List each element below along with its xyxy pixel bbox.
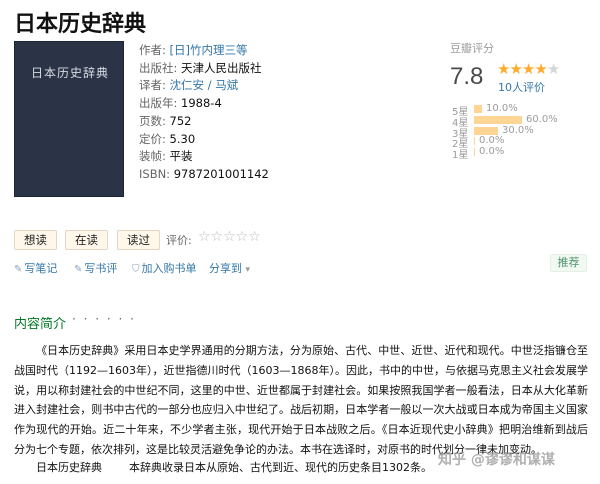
intro-text: 《日本历史辞典》采用日本史学界通用的分期方法，分为原始、古代、中世、近世、近代和… <box>14 341 588 460</box>
write-note-link[interactable]: ✎ 写笔记 <box>14 260 57 276</box>
info-key: 作者: <box>139 43 170 57</box>
distribution-percent: 30.0% <box>502 124 534 136</box>
distribution-row: 1星 0.0% <box>452 146 592 161</box>
rating-panel: 豆瓣评分 7.8 ★★★★★ 10人评价 <box>450 40 590 94</box>
share-label: 分享到 <box>209 262 242 275</box>
cover-title-text: 日本历史辞典 <box>30 66 109 80</box>
info-value: 752 <box>169 113 192 128</box>
info-value-link[interactable]: 沈仁安 / 马斌 <box>170 78 239 92</box>
intro-section-title: 内容简介 <box>14 317 67 332</box>
distribution-bar <box>474 105 482 113</box>
info-key: ISBN: <box>139 166 174 181</box>
distribution-row: 4星 60.0% <box>452 113 592 129</box>
star-icon: ★ <box>534 60 547 78</box>
book-info: 作者: [日]竹内理三等 出版社: 天津人民出版社 译者: 沈仁安 / 马斌 出版年:… <box>139 42 269 184</box>
info-key: 出版社: <box>139 60 182 75</box>
info-row: 作者: [日]竹内理三等 <box>139 42 269 60</box>
intro-last-line: 日本历史辞典 本辞典收录日本从原始、古代到近、现代的历史条目1302条。 <box>36 459 432 475</box>
info-key: 页数: <box>139 113 170 128</box>
distribution-percent: 60.0% <box>526 113 558 125</box>
recommend-button[interactable]: 推荐 <box>550 254 587 272</box>
distribution-bar <box>474 115 522 124</box>
info-row: 译者: 沈仁安 / 马斌 <box>139 77 269 95</box>
distribution-bar <box>474 148 475 157</box>
rating-stars: ★★★★★ <box>497 60 560 78</box>
info-row: 装帧: 平装 <box>139 148 269 166</box>
distribution-percent: 0.0% <box>479 135 505 147</box>
rating-distribution: 5星 10.0% 4星 60.0% 3星 30.0% 2星 0.0% 1星 0.0% <box>452 103 592 161</box>
star-icon: ★ <box>509 60 522 78</box>
info-value: 9787201001142 <box>173 166 269 181</box>
distribution-percent: 0.0% <box>479 146 505 158</box>
pencil-icon: ✎ <box>74 264 83 275</box>
distribution-row: 2星 0.0% <box>452 135 592 150</box>
distribution-percent: 10.0% <box>486 103 518 114</box>
write-review-label: 写书评 <box>84 262 118 275</box>
chevron-down-icon: ▾ <box>245 265 251 275</box>
info-value-link[interactable]: [日]竹内理三等 <box>170 43 248 57</box>
pencil-icon: ✎ <box>14 264 23 275</box>
star-icon: ★ <box>546 60 560 78</box>
distribution-label: 1星 <box>452 150 469 162</box>
distribution-bar <box>474 126 498 135</box>
info-row: ISBN: 9787201001142 <box>139 166 269 184</box>
rate-label: 评价: <box>166 234 192 247</box>
share-link[interactable]: 分享到 ▾ <box>209 260 250 276</box>
distribution-bar <box>474 137 475 146</box>
info-value: 1988-4 <box>181 96 222 111</box>
intro-last-line-text: 本辞典收录日本从原始、古代到近、现代的历史条目1302条。 <box>129 461 432 474</box>
info-key: 定价: <box>139 131 170 146</box>
write-review-link[interactable]: ✎ 写书评 <box>74 260 117 276</box>
want-to-read-button[interactable]: 想读 <box>14 230 57 250</box>
info-value: 天津人民出版社 <box>181 60 262 75</box>
add-to-booklist-label: 加入购书单 <box>141 262 197 275</box>
rating-label: 豆瓣评分 <box>450 42 494 55</box>
intro-section-dots: · · · · · · <box>72 312 136 326</box>
distribution-row: 3星 30.0% <box>452 124 592 140</box>
cart-icon: ⛉ <box>132 264 140 275</box>
have-read-button[interactable]: 读过 <box>117 230 160 250</box>
watermark: 知乎 @谬谬和谋谋 <box>438 452 555 468</box>
info-row: 出版社: 天津人民出版社 <box>139 60 269 78</box>
write-note-label: 写笔记 <box>24 262 58 275</box>
star-icon: ★ <box>521 60 535 78</box>
info-row: 定价: 5.30 <box>139 131 269 149</box>
rate-stars-input[interactable]: ☆☆☆☆☆ <box>198 229 261 245</box>
info-key: 出版年: <box>139 96 182 111</box>
rating-score: 7.8 <box>450 63 484 90</box>
star-icon: ★ <box>497 60 510 78</box>
book-title: 日本历史辞典 <box>14 12 147 37</box>
info-row: 出版年: 1988-4 <box>139 95 269 113</box>
info-value: 5.30 <box>169 131 196 146</box>
book-cover[interactable]: 日本历史辞典 <box>14 41 124 197</box>
distribution-row: 5星 10.0% <box>452 103 592 118</box>
info-row: 页数: 752 <box>139 113 269 131</box>
info-value: 平装 <box>169 149 193 164</box>
intro-last-line-title: 日本历史辞典 <box>36 461 102 474</box>
rating-count-link[interactable]: 10人评价 <box>498 79 545 95</box>
info-key: 译者: <box>139 78 170 93</box>
add-to-booklist-link[interactable]: ⛉ 加入购书单 <box>132 260 197 276</box>
intro-paragraph: 《日本历史辞典》采用日本史学界通用的分期方法，分为原始、古代、中世、近世、近代和… <box>14 344 588 456</box>
info-key: 装帧: <box>139 149 170 164</box>
reading-button[interactable]: 在读 <box>65 230 108 250</box>
